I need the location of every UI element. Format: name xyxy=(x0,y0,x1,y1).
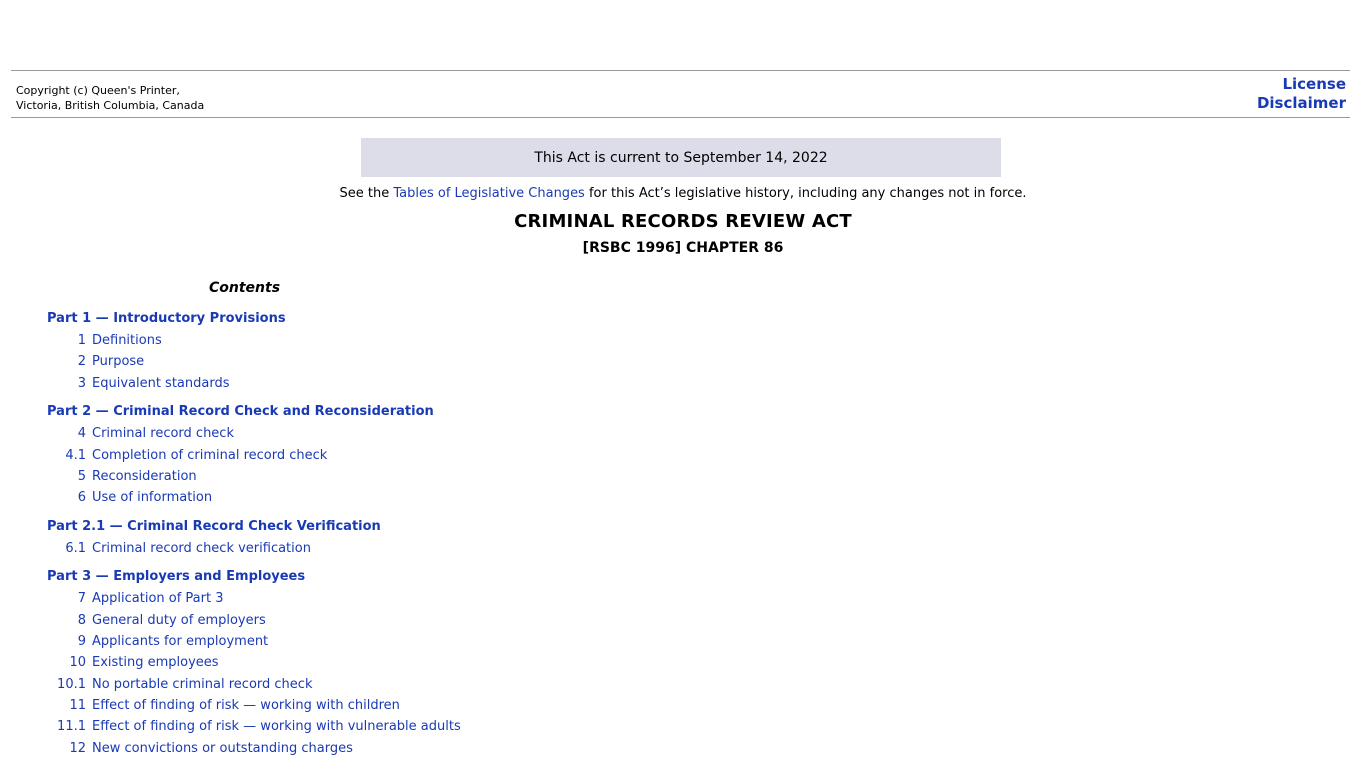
toc-section-number: 1 xyxy=(77,333,86,348)
toc-section-number: 8 xyxy=(77,612,86,628)
toc-section-link[interactable]: Application of Part 3 xyxy=(92,588,224,609)
toc-section-number: 6 xyxy=(77,490,86,506)
tables-of-legislative-changes-link[interactable]: Tables of Legislative Changes xyxy=(393,186,585,201)
toc-section-link[interactable]: New convictions or outstanding charges xyxy=(92,738,353,759)
toc-section-link[interactable]: Reconsideration xyxy=(92,466,197,487)
toc-part-title-link[interactable]: Part 1 — Introductory Provisions xyxy=(47,309,647,330)
toc-part-spacer xyxy=(47,559,647,567)
toc-section-link[interactable]: Applicants for employment xyxy=(92,631,268,652)
toc-part-title-link[interactable]: Part 3 — Employers and Employees xyxy=(47,567,647,588)
toc-section-row: 8 General duty of employers xyxy=(47,610,647,631)
toc-section-row: 6 Use of information xyxy=(47,487,647,508)
toc-part-title-link[interactable]: Part 2 — Criminal Record Check and Recon… xyxy=(47,402,647,423)
act-chapter: [RSBC 1996] CHAPTER 86 xyxy=(582,240,784,256)
license-link[interactable]: License xyxy=(1257,75,1346,94)
toc-section-number: 5 xyxy=(77,468,86,484)
toc-section-number: 11 xyxy=(69,698,86,714)
toc-section-link[interactable]: Existing employees xyxy=(92,652,219,673)
toc-section-number: 10.1 xyxy=(57,676,86,692)
toc-section-number: 10 xyxy=(69,655,86,671)
toc-section-link[interactable]: Criminal record check xyxy=(92,423,234,444)
toc-part-title-link[interactable]: Part 2.1 — Criminal Record Check Verific… xyxy=(47,517,647,538)
toc-section-number: 7 xyxy=(77,591,86,607)
toc-section-number: 9 xyxy=(77,633,86,649)
toc-section-link[interactable]: Effect of finding of risk — working with… xyxy=(92,716,461,737)
toc-section-row: 4 Criminal record check xyxy=(47,423,647,444)
toc-section-row: 6.1 Criminal record check verification xyxy=(47,538,647,559)
header-divider-top xyxy=(11,70,1350,71)
page: Copyright (c) Queen's Printer, Victoria,… xyxy=(0,0,1366,768)
toc-part: Part 2 — Criminal Record Check and Recon… xyxy=(47,402,647,509)
toc-part: Part 1 — Introductory Provisions 1 Definit… xyxy=(47,309,647,394)
toc-section-row: 11.1 Effect of finding of risk — working … xyxy=(47,716,647,737)
toc-section-link[interactable]: Effect of finding of risk — working with… xyxy=(92,695,400,716)
act-title: CRIMINAL RECORDS REVIEW ACT xyxy=(514,211,852,232)
copyright-notice: Copyright (c) Queen's Printer, Victoria,… xyxy=(16,83,204,113)
copyright-location: Victoria, British Columbia, Canada xyxy=(16,99,205,112)
toc-section-number: 11.1 xyxy=(57,719,86,735)
legislative-history-note: See the Tables of Legislative Changes fo… xyxy=(0,185,1366,203)
toc-part: Part 2.1 — Criminal Record Check Verific… xyxy=(47,517,647,559)
toc-section-number: 6.1 xyxy=(65,540,86,556)
history-prefix: See the xyxy=(339,186,394,201)
toc-section-row: 3 Equivalent standards xyxy=(47,373,647,394)
toc-section-number: 3 xyxy=(77,375,86,391)
toc-section-link[interactable]: Purpose xyxy=(92,351,144,372)
toc-section-row: 7 Application of Part 3 xyxy=(47,588,647,609)
header-links: License Disclaimer xyxy=(1257,75,1346,113)
history-suffix: for this Act’s legislative history, incl… xyxy=(584,186,1027,201)
toc-part: Part 3 — Employers and Employees 7 Applica… xyxy=(47,567,647,759)
toc-section-number: 12 xyxy=(69,740,86,756)
currency-text: This Act is current to September 14, 202… xyxy=(534,149,828,166)
toc-section-row: 9 Applicants for employment xyxy=(47,631,647,652)
toc-section-link[interactable]: Equivalent standards xyxy=(92,373,230,394)
header-divider-bottom xyxy=(11,117,1350,118)
toc-part-spacer xyxy=(47,509,647,517)
toc-section-row: 11 Effect of finding of risk — working wi… xyxy=(47,695,647,716)
currency-banner: This Act is current to September 14, 202… xyxy=(361,138,1001,177)
toc-section-row: 1 Definitions xyxy=(47,330,647,351)
toc-section-link[interactable]: Use of information xyxy=(92,487,212,508)
toc-section-link[interactable]: Definitions xyxy=(92,330,162,351)
toc-section-row: 2 Purpose xyxy=(47,351,647,372)
disclaimer-link[interactable]: Disclaimer xyxy=(1257,94,1346,113)
contents-heading: Contents xyxy=(209,280,281,296)
toc-section-link[interactable]: No portable criminal record check xyxy=(92,674,312,695)
toc-section-link[interactable]: Criminal record check verification xyxy=(92,538,311,559)
toc-section-number: 2 xyxy=(77,354,86,370)
toc-section-row: 5 Reconsideration xyxy=(47,466,647,487)
copyright-line: Copyright (c) Queen's Printer, xyxy=(16,84,180,97)
toc-section-number: 4 xyxy=(77,426,86,442)
toc-section-link[interactable]: General duty of employers xyxy=(92,610,266,631)
toc-section-row: 10.1 No portable criminal record check xyxy=(47,674,647,695)
toc-section-row: 10 Existing employees xyxy=(47,652,647,673)
toc-part-spacer xyxy=(47,394,647,402)
table-of-contents: Part 1 — Introductory Provisions 1 Definit… xyxy=(47,309,647,759)
toc-section-number: 4.1 xyxy=(65,447,86,463)
toc-section-row: 12 New convictions or outstanding charges xyxy=(47,738,647,759)
toc-section-row: 4.1 Completion of criminal record check xyxy=(47,445,647,466)
toc-section-link[interactable]: Completion of criminal record check xyxy=(92,445,327,466)
